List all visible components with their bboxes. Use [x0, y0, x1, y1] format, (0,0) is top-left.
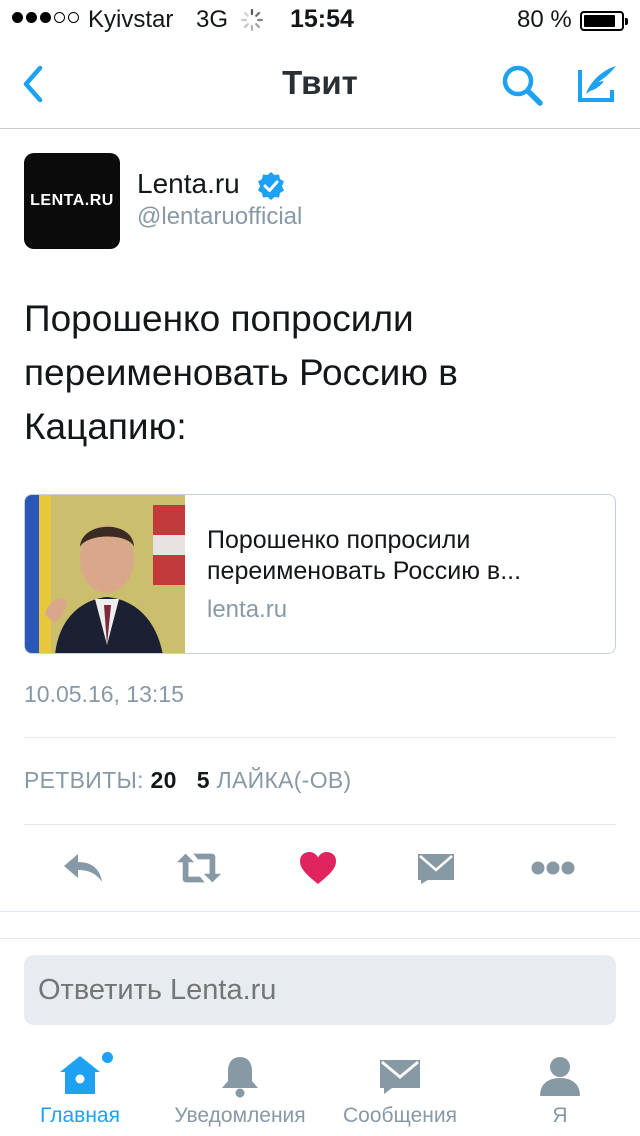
direct-message-button[interactable]	[413, 848, 459, 888]
tab-bar: Главная Уведомления Сообщения Я	[0, 1040, 640, 1136]
tab-notifications[interactable]: Уведомления	[160, 1040, 320, 1136]
engagement-stats[interactable]: РЕТВИТЫ: 20 5 ЛАЙКА(-ОВ)	[24, 767, 352, 794]
tab-me[interactable]: Я	[480, 1040, 640, 1136]
avatar-logo-text: LENTA.RU	[30, 192, 114, 209]
reply-button[interactable]	[60, 848, 106, 888]
likes-count: 5	[196, 767, 210, 793]
like-button[interactable]	[295, 848, 341, 888]
heart-icon	[300, 852, 336, 884]
tweet-timestamp: 10.05.16, 13:15	[24, 681, 184, 707]
carrier-name: Kyivstar	[88, 6, 174, 33]
person-icon	[540, 1057, 580, 1096]
link-card[interactable]: Порошенко попросили переименовать Россию…	[24, 494, 616, 654]
retweet-icon	[176, 853, 222, 883]
status-bar: Kyivstar 3G 15:54 80 %	[0, 0, 640, 40]
divider	[24, 824, 616, 825]
retweets-count: 20	[150, 767, 177, 793]
reply-input[interactable]	[24, 955, 616, 1025]
divider	[24, 737, 616, 738]
tweet-text: Порошенко попросили переименовать Россию…	[24, 298, 458, 447]
network-type: 3G	[196, 6, 229, 33]
reply-icon	[64, 854, 102, 882]
navigation-bar: Твит	[0, 40, 640, 129]
tweet-actions	[0, 840, 640, 896]
more-button[interactable]	[530, 848, 576, 888]
tab-label: Я	[552, 1104, 568, 1127]
home-notification-dot	[102, 1052, 113, 1063]
card-thumbnail-image	[25, 495, 185, 653]
card-domain: lenta.ru	[207, 596, 288, 623]
verified-badge-icon	[258, 172, 284, 200]
bell-icon	[222, 1057, 258, 1098]
battery-icon	[580, 11, 628, 31]
home-icon	[60, 1056, 100, 1094]
author-name[interactable]: Lenta.ru	[137, 168, 240, 200]
envelope-icon	[380, 1060, 420, 1094]
clock: 15:54	[290, 5, 354, 33]
activity-spinner-icon	[240, 8, 264, 32]
tab-label: Главная	[40, 1104, 120, 1127]
search-icon[interactable]	[499, 62, 545, 108]
card-title: Порошенко попросили переименовать Россию…	[207, 526, 522, 585]
likes-label: ЛАЙКА(-ОВ)	[216, 767, 352, 793]
envelope-icon	[418, 854, 454, 884]
battery-percentage: 80 %	[517, 6, 572, 33]
tab-label: Уведомления	[174, 1104, 306, 1127]
compose-icon[interactable]	[572, 60, 620, 108]
avatar[interactable]: LENTA.RU	[24, 153, 120, 249]
reply-bar	[0, 938, 640, 1040]
section-divider	[0, 911, 640, 912]
retweets-label: РЕТВИТЫ:	[24, 767, 144, 793]
author-handle[interactable]: @lentaruofficial	[137, 203, 302, 231]
more-icon	[531, 861, 575, 875]
signal-strength-icon	[12, 12, 79, 23]
tab-label: Сообщения	[343, 1104, 457, 1127]
retweet-button[interactable]	[176, 848, 222, 888]
tab-home[interactable]: Главная	[0, 1040, 160, 1136]
tab-messages[interactable]: Сообщения	[320, 1040, 480, 1136]
